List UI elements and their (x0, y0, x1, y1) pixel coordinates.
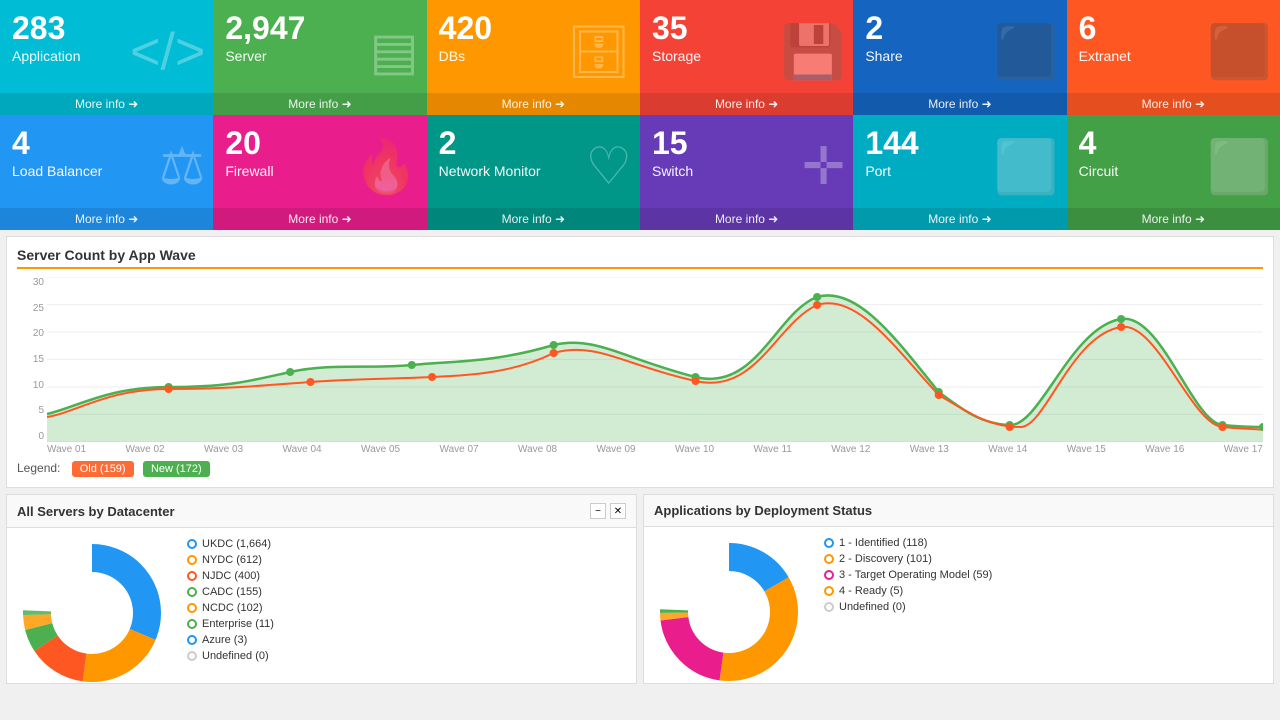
identified-dot (824, 538, 834, 548)
storage-icon: 💾 (781, 21, 846, 82)
ncdc-dot (187, 603, 197, 613)
deployment-donut-svg (654, 537, 804, 687)
nm-icon: ♡ (585, 137, 632, 197)
server-more[interactable]: More info ➜ (213, 93, 426, 115)
server-icon: ▤ (370, 22, 419, 82)
njdc-dot (187, 571, 197, 581)
legend-undefined-dc: Undefined (0) (187, 650, 626, 662)
datacenter-panel-body: UKDC (1,664) NYDC (612) NJDC (400) CADC … (7, 528, 636, 683)
discovery-dot (824, 554, 834, 564)
port-icon: ⬜ (994, 136, 1059, 197)
lb-icon: ⚖ (159, 137, 206, 197)
datacenter-panel: All Servers by Datacenter − ✕ (6, 494, 637, 684)
application-icon: </> (130, 22, 205, 82)
legend-ready: 4 - Ready (5) (824, 585, 1263, 597)
legend-tom: 3 - Target Operating Model (59) (824, 569, 1263, 581)
legend-old: Old (159) (72, 461, 134, 477)
datacenter-panel-controls: − ✕ (590, 503, 626, 519)
y-label-30: 30 (17, 277, 44, 288)
dbs-more[interactable]: More info ➜ (427, 93, 640, 115)
legend-discovery: 2 - Discovery (101) (824, 553, 1263, 565)
lb-more[interactable]: More info ➜ (0, 208, 213, 230)
sw-icon: ✛ (802, 137, 846, 197)
top-card-row: 283 Application </> More info ➜ 2,947 Se… (0, 0, 1280, 115)
card-share: 2 Share ⬛ More info ➜ (853, 0, 1066, 115)
deployment-panel-title: Applications by Deployment Status (654, 503, 872, 518)
card-storage: 35 Storage 💾 More info ➜ (640, 0, 853, 115)
y-label-15: 15 (17, 354, 44, 365)
card-server: 2,947 Server ▤ More info ➜ (213, 0, 426, 115)
chart-section: Server Count by App Wave 30 25 20 15 10 … (6, 236, 1274, 488)
nm-more[interactable]: More info ➜ (427, 208, 640, 230)
deployment-panel-body: 1 - Identified (118) 2 - Discovery (101)… (644, 527, 1273, 682)
datacenter-donut-chart (17, 538, 177, 673)
ready-dot (824, 586, 834, 596)
legend-nydc: NYDC (612) (187, 554, 626, 566)
card-dbs: 420 DBs 🗄 More info ➜ (427, 0, 640, 115)
fw-icon: 🔥 (354, 136, 419, 197)
ukdc-dot (187, 539, 197, 549)
y-label-25: 25 (17, 303, 44, 314)
port-more[interactable]: More info ➜ (853, 208, 1066, 230)
legend-identified: 1 - Identified (118) (824, 537, 1263, 549)
chart-svg (47, 277, 1263, 442)
y-label-10: 10 (17, 380, 44, 391)
deployment-panel-header: Applications by Deployment Status (644, 495, 1273, 527)
undefined-dep-dot (824, 602, 834, 612)
datacenter-legend: UKDC (1,664) NYDC (612) NJDC (400) CADC … (177, 538, 626, 673)
datacenter-panel-header: All Servers by Datacenter − ✕ (7, 495, 636, 528)
card-networkmonitor: 2 Network Monitor ♡ More info ➜ (427, 115, 640, 230)
nydc-dot (187, 555, 197, 565)
card-loadbalancer: 4 Load Balancer ⚖ More info ➜ (0, 115, 213, 230)
sw-more[interactable]: More info ➜ (640, 208, 853, 230)
share-icon: ⬛ (994, 21, 1059, 82)
x-axis-labels: Wave 01 Wave 02 Wave 03 Wave 04 Wave 05 … (17, 444, 1263, 455)
card-port: 144 Port ⬜ More info ➜ (853, 115, 1066, 230)
y-label-0: 0 (17, 431, 44, 442)
azure-dot (187, 635, 197, 645)
extranet-more[interactable]: More info ➜ (1067, 93, 1280, 115)
circuit-more[interactable]: More info ➜ (1067, 208, 1280, 230)
circuit-icon: ⬜ (1207, 136, 1272, 197)
y-label-5: 5 (17, 405, 44, 416)
legend-new: New (172) (143, 461, 210, 477)
legend-label: Legend: (17, 461, 60, 475)
legend-ukdc: UKDC (1,664) (187, 538, 626, 550)
chart-legend: Legend: Old (159) New (172) (17, 461, 1263, 477)
legend-cadc: CADC (155) (187, 586, 626, 598)
bottom-card-row: 4 Load Balancer ⚖ More info ➜ 20 Firewal… (0, 115, 1280, 230)
dbs-icon: 🗄 (566, 21, 632, 82)
legend-ncdc: NCDC (102) (187, 602, 626, 614)
datacenter-panel-title: All Servers by Datacenter (17, 504, 175, 519)
bottom-panels: All Servers by Datacenter − ✕ (6, 494, 1274, 684)
enterprise-dot (187, 619, 197, 629)
deployment-legend: 1 - Identified (118) 2 - Discovery (101)… (814, 537, 1263, 672)
legend-undefined-dep: Undefined (0) (824, 601, 1263, 613)
y-label-20: 20 (17, 328, 44, 339)
card-firewall: 20 Firewall 🔥 More info ➜ (213, 115, 426, 230)
datacenter-donut-svg (17, 538, 167, 688)
chart-title: Server Count by App Wave (17, 247, 1263, 269)
cadc-dot (187, 587, 197, 597)
legend-azure: Azure (3) (187, 634, 626, 646)
undefined-dc-dot (187, 651, 197, 661)
tom-dot (824, 570, 834, 580)
card-extranet: 6 Extranet ⬛ More info ➜ (1067, 0, 1280, 115)
extranet-icon: ⬛ (1207, 21, 1272, 82)
legend-enterprise: Enterprise (11) (187, 618, 626, 630)
card-switch: 15 Switch ✛ More info ➜ (640, 115, 853, 230)
storage-more[interactable]: More info ➜ (640, 93, 853, 115)
datacenter-close-button[interactable]: ✕ (610, 503, 626, 519)
card-application: 283 Application </> More info ➜ (0, 0, 213, 115)
deployment-donut-chart (654, 537, 814, 672)
application-more[interactable]: More info ➜ (0, 93, 213, 115)
legend-njdc: NJDC (400) (187, 570, 626, 582)
deployment-panel: Applications by Deployment Status (643, 494, 1274, 684)
fw-more[interactable]: More info ➜ (213, 208, 426, 230)
share-more[interactable]: More info ➜ (853, 93, 1066, 115)
card-circuit: 4 Circuit ⬜ More info ➜ (1067, 115, 1280, 230)
datacenter-minimize-button[interactable]: − (590, 503, 606, 519)
